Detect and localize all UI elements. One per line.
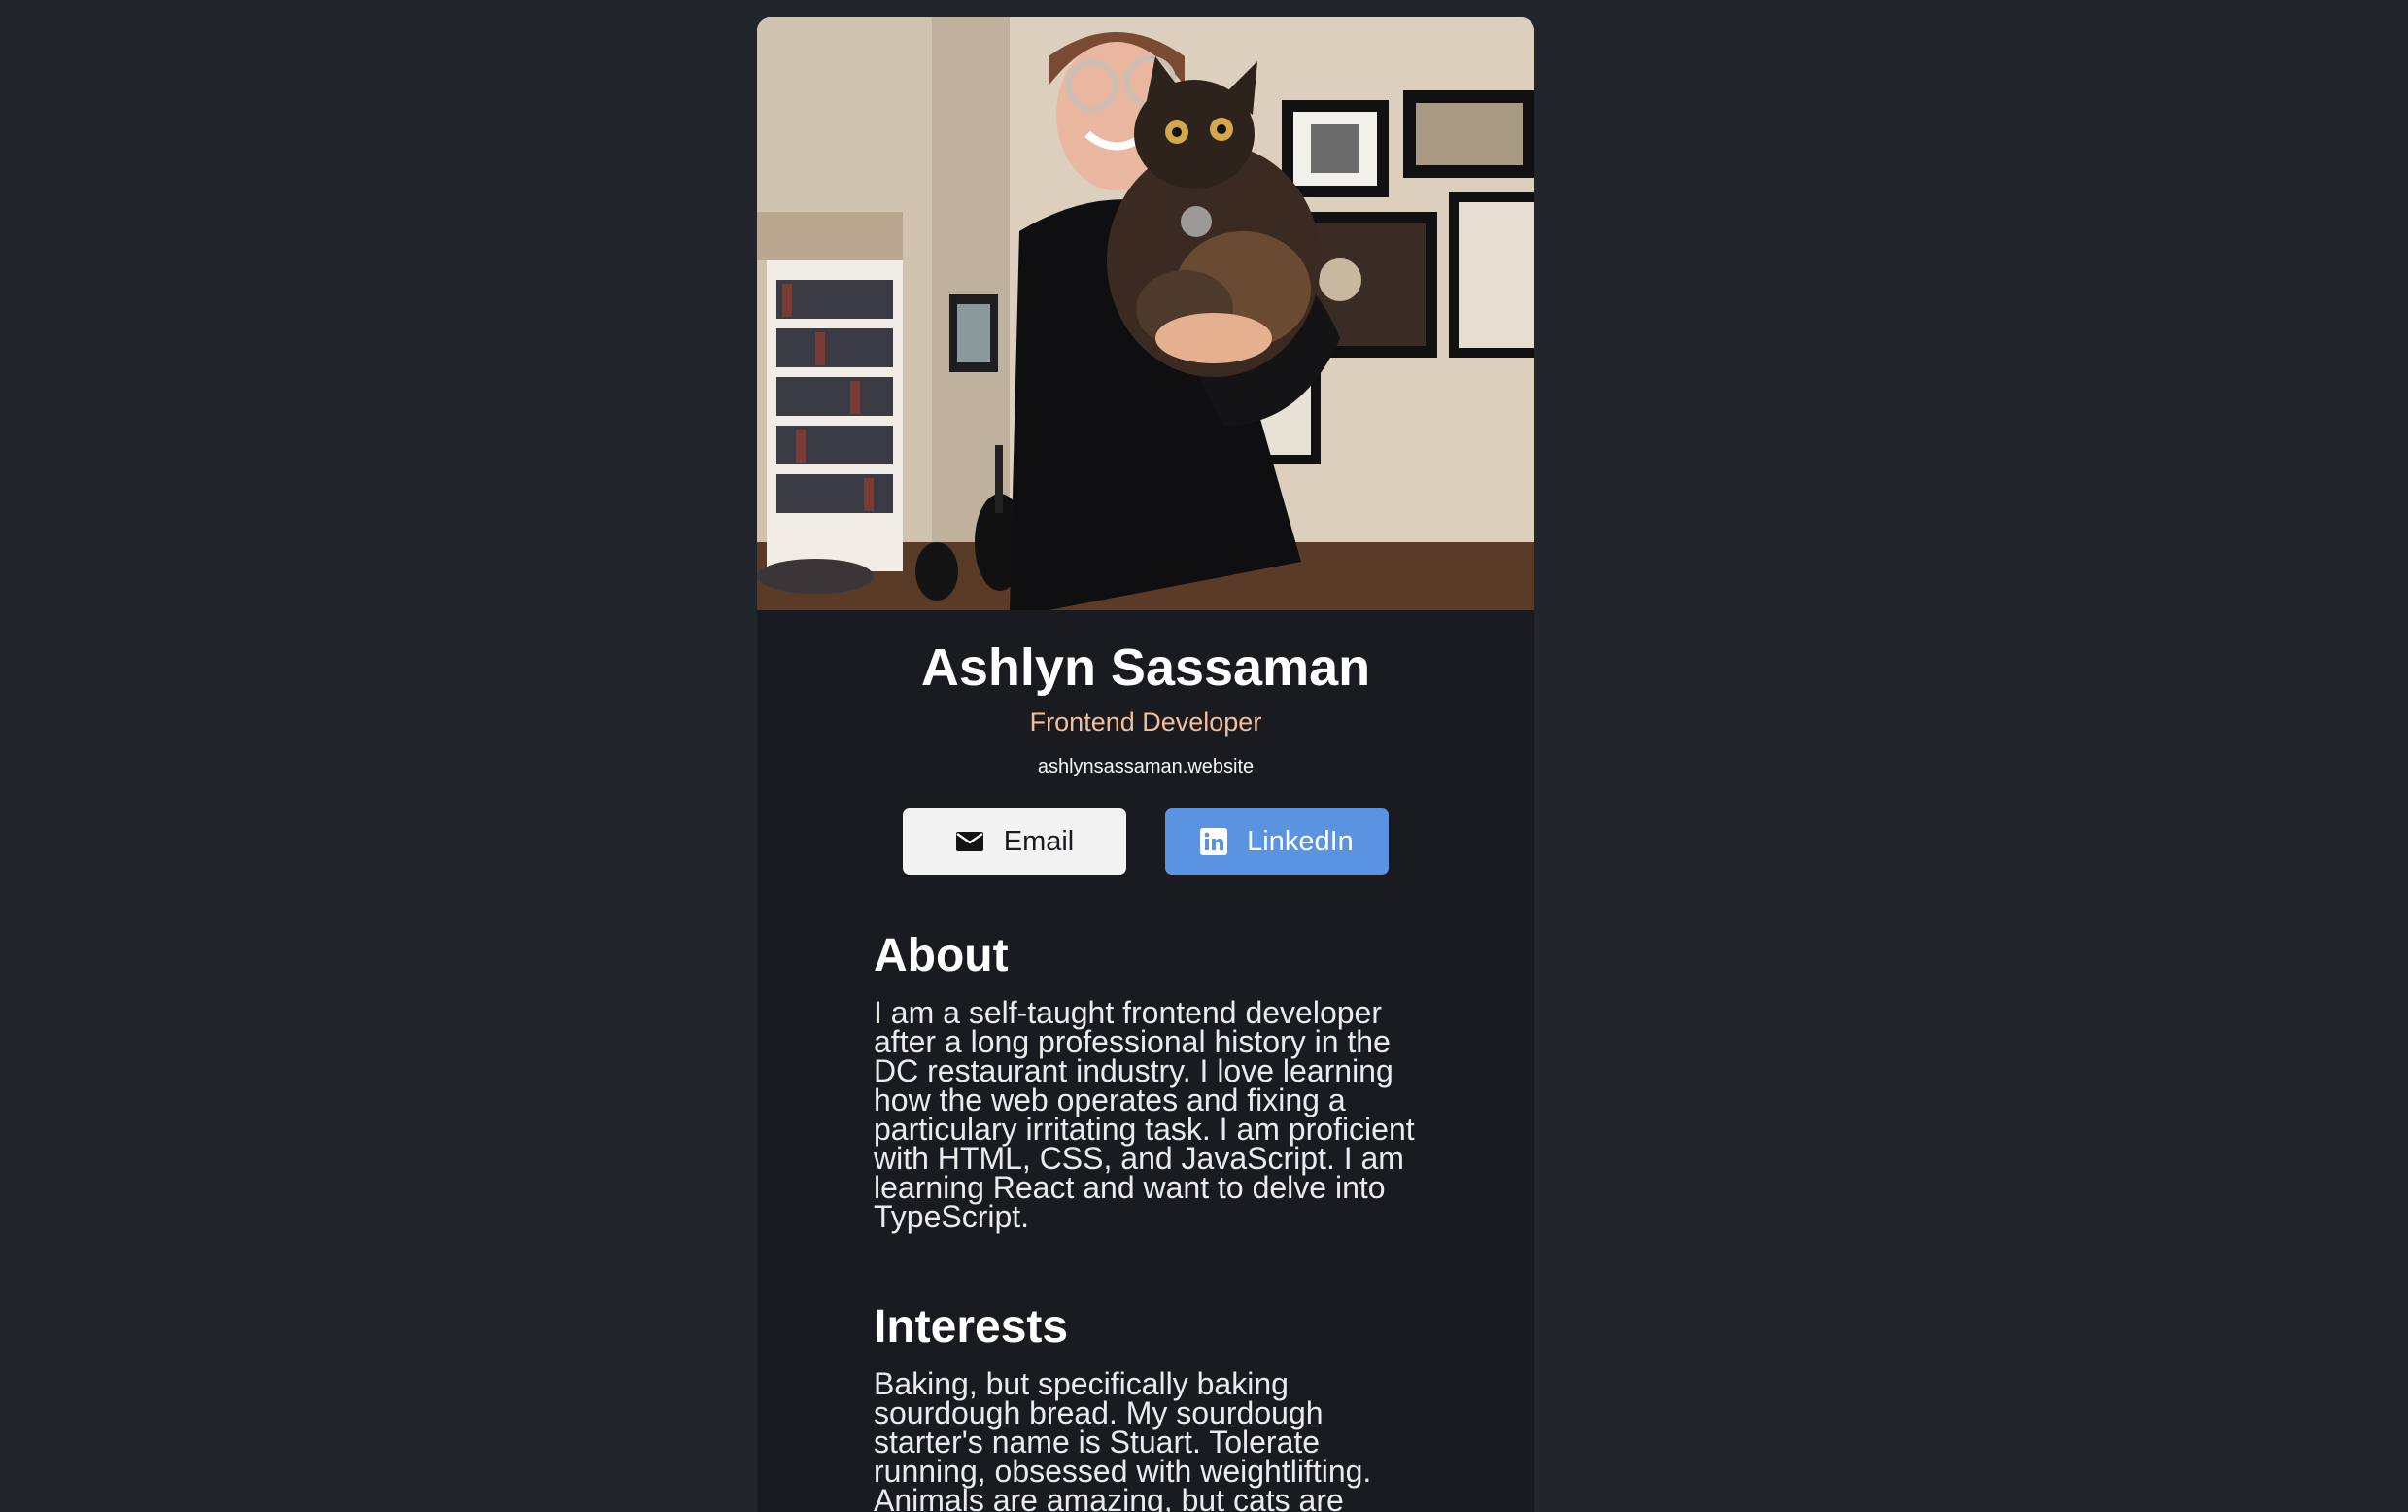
about-section: About I am a self-taught frontend develo… (874, 930, 1428, 1234)
email-button-label: Email (1003, 825, 1075, 857)
profile-name: Ashlyn Sassaman (920, 638, 1371, 697)
linkedin-button-label: LinkedIn (1247, 825, 1354, 857)
interests-section: Interests Baking, but specifically bakin… (874, 1301, 1428, 1512)
linkedin-icon (1200, 828, 1228, 855)
linkedin-button[interactable]: LinkedIn (1165, 808, 1389, 875)
profile-card: Ashlyn Sassaman Frontend Developer ashly… (757, 17, 1534, 1512)
email-button[interactable]: Email (903, 808, 1126, 875)
profile-website: ashlynsassaman.website (1037, 756, 1255, 777)
profile-photo (757, 17, 1534, 610)
envelope-icon (955, 830, 984, 853)
profile-role: Frontend Developer (1029, 707, 1262, 737)
interests-text: Baking, but specifically baking sourdoug… (874, 1365, 1372, 1512)
about-text: I am a self-taught frontend developer af… (874, 994, 1415, 1234)
interests-heading: Interests (874, 1301, 1069, 1353)
about-heading: About (874, 930, 1009, 981)
